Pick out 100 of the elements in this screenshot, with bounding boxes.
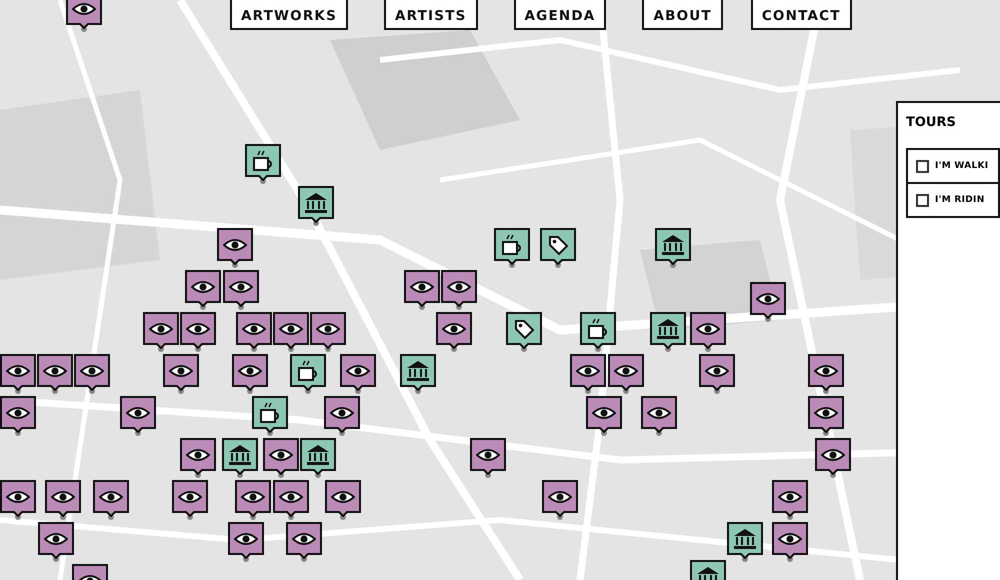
map-pin[interactable] [441, 270, 477, 310]
eye-icon [186, 322, 210, 336]
nav-link[interactable]: ABOUT [642, 0, 723, 30]
coffee-cup-icon [586, 316, 610, 340]
map-pin[interactable] [325, 480, 361, 520]
map-pin[interactable] [650, 312, 686, 352]
map-pin[interactable] [235, 480, 271, 520]
map-pin[interactable] [750, 282, 786, 322]
map-pin[interactable] [506, 312, 542, 352]
map-pin[interactable] [232, 354, 268, 394]
map-pin[interactable] [0, 396, 36, 436]
map-pin[interactable] [641, 396, 677, 436]
option-label: I'M RIDIN [935, 195, 985, 205]
map-pin[interactable] [66, 0, 102, 32]
map-pin[interactable] [172, 480, 208, 520]
map-pin[interactable] [74, 354, 110, 394]
map-pin[interactable] [163, 354, 199, 394]
eye-icon [614, 364, 638, 378]
map-pin[interactable] [228, 522, 264, 562]
nav-link[interactable]: ARTWORKS [230, 0, 348, 30]
map-pin[interactable] [542, 480, 578, 520]
eye-icon [234, 532, 258, 546]
map-pin[interactable] [45, 480, 81, 520]
nav-link[interactable]: CONTACT [750, 0, 852, 30]
eye-icon [6, 364, 30, 378]
eye-icon [169, 364, 193, 378]
map-pin[interactable] [180, 312, 216, 352]
eye-icon [80, 364, 104, 378]
map-pin[interactable] [570, 354, 606, 394]
map-pin[interactable] [340, 354, 376, 394]
map-pin[interactable] [586, 396, 622, 436]
eye-icon [330, 406, 354, 420]
map-pin[interactable] [494, 228, 530, 268]
map-pin[interactable] [290, 354, 326, 394]
map-pin[interactable] [273, 312, 309, 352]
map-pin[interactable] [37, 354, 73, 394]
map-pin[interactable] [655, 228, 691, 268]
eye-icon [51, 490, 75, 504]
eye-icon [178, 490, 202, 504]
map-pin[interactable] [300, 438, 336, 478]
eye-icon [223, 238, 247, 252]
eye-icon [756, 292, 780, 306]
eye-icon [6, 406, 30, 420]
map-pin[interactable] [93, 480, 129, 520]
map-pin[interactable] [273, 480, 309, 520]
map-pin[interactable] [217, 228, 253, 268]
eye-icon [592, 406, 616, 420]
map-pin[interactable] [540, 228, 576, 268]
map-pin[interactable] [324, 396, 360, 436]
map-pin[interactable] [808, 396, 844, 436]
map-pin[interactable] [608, 354, 644, 394]
map-pin[interactable] [772, 522, 808, 562]
tour-option[interactable]: I'M RIDIN [906, 182, 1000, 218]
map-pin[interactable] [252, 396, 288, 436]
map-pin[interactable] [222, 438, 258, 478]
map-pin[interactable] [223, 270, 259, 310]
tag-icon [547, 234, 569, 256]
map-pin[interactable] [580, 312, 616, 352]
museum-icon [661, 234, 685, 256]
map-pin[interactable] [298, 186, 334, 226]
option-label: I'M WALKI [935, 161, 988, 171]
map-pin[interactable] [38, 522, 74, 562]
checkbox[interactable] [916, 160, 929, 172]
map-pin[interactable] [470, 438, 506, 478]
map-pin[interactable] [0, 354, 36, 394]
map-pin[interactable] [699, 354, 735, 394]
map-pin[interactable] [310, 312, 346, 352]
map-pin[interactable] [245, 144, 281, 184]
eye-icon [814, 364, 838, 378]
eye-icon [292, 532, 316, 546]
eye-icon [279, 490, 303, 504]
map-pin[interactable] [436, 312, 472, 352]
museum-icon [306, 444, 330, 466]
map-pin[interactable] [808, 354, 844, 394]
nav-link[interactable]: ARTISTS [384, 0, 478, 30]
eye-icon [242, 322, 266, 336]
map-pin[interactable] [180, 438, 216, 478]
map-pin[interactable] [727, 522, 763, 562]
map-pin[interactable] [0, 480, 36, 520]
checkbox[interactable] [916, 194, 929, 206]
museum-icon [656, 318, 680, 340]
coffee-cup-icon [251, 148, 275, 172]
map-pin[interactable] [236, 312, 272, 352]
map-pin[interactable] [690, 312, 726, 352]
map-pin[interactable] [404, 270, 440, 310]
nav-link[interactable]: AGENDA [514, 0, 606, 30]
eye-icon [229, 280, 253, 294]
map-pin[interactable] [772, 480, 808, 520]
tour-option[interactable]: I'M WALKI [906, 148, 1000, 184]
map-pin[interactable] [815, 438, 851, 478]
eye-icon [821, 448, 845, 462]
museum-icon [406, 360, 430, 382]
eye-icon [191, 280, 215, 294]
museum-icon [304, 192, 328, 214]
map-pin[interactable] [143, 312, 179, 352]
map-pin[interactable] [185, 270, 221, 310]
map-pin[interactable] [263, 438, 299, 478]
map-pin[interactable] [286, 522, 322, 562]
map-pin[interactable] [120, 396, 156, 436]
map-pin[interactable] [400, 354, 436, 394]
